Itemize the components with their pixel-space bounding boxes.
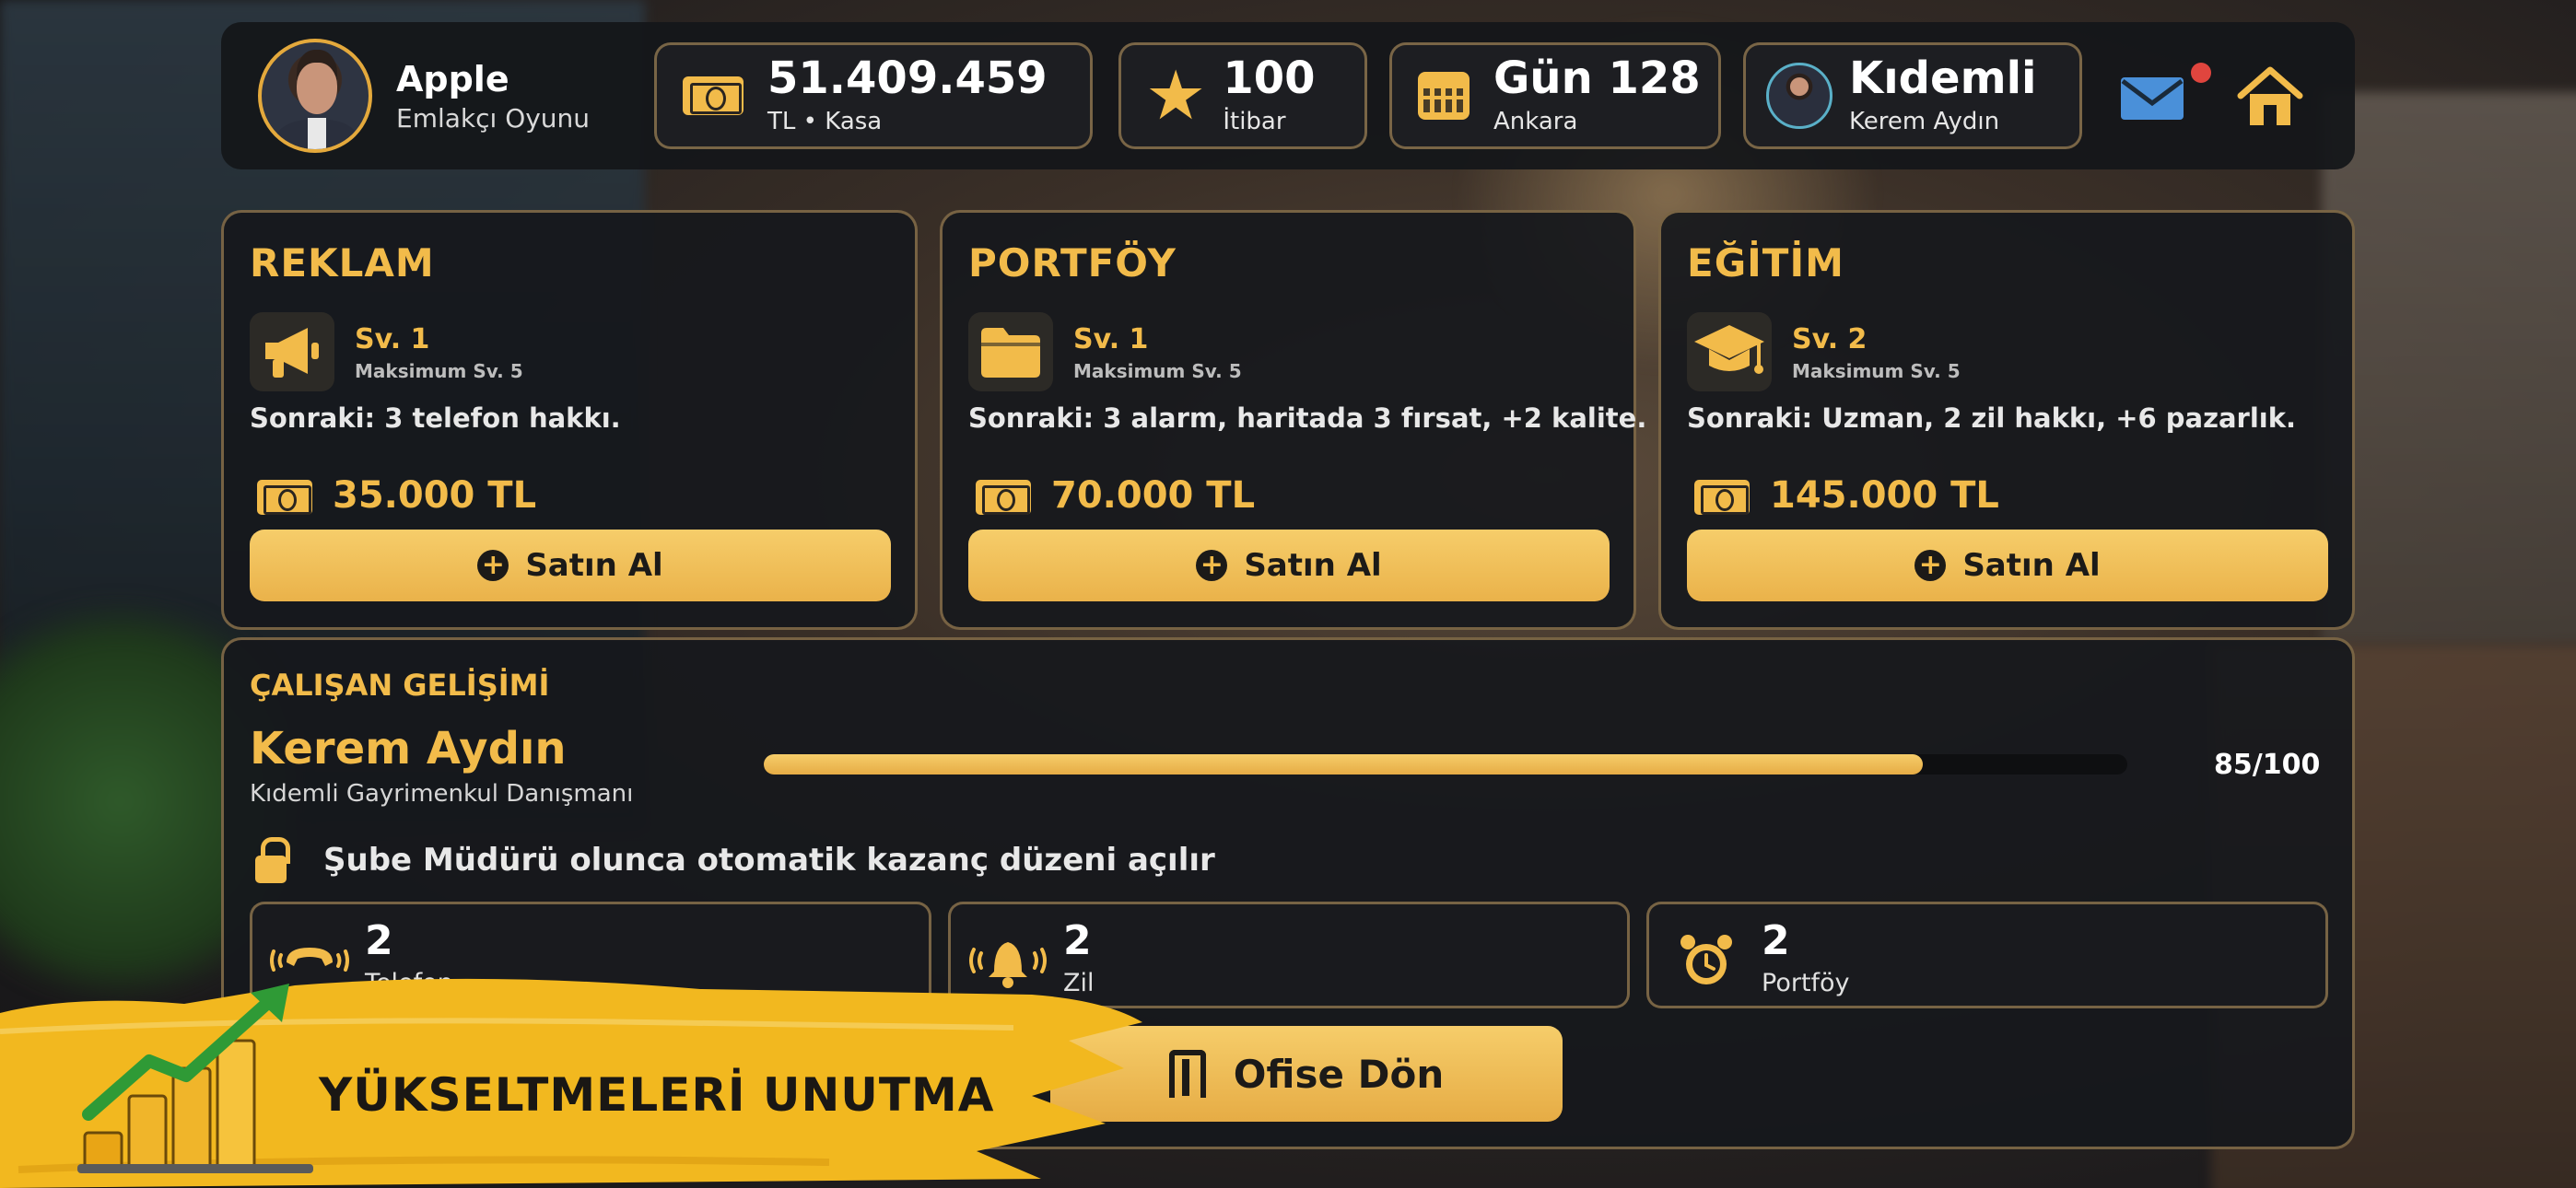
player-name: Apple	[396, 58, 509, 99]
buy-button-education[interactable]: + Satın Al	[1687, 530, 2328, 601]
money-icon	[683, 76, 744, 115]
money-label: TL • Kasa	[767, 108, 883, 135]
money-stat: 51.409.459 TL • Kasa	[654, 42, 1093, 149]
top-hud: Apple Emlakçı Oyunu 51.409.459 TL • Kasa…	[221, 22, 2355, 169]
buy-button-label: Satın Al	[525, 547, 663, 584]
graduation-cap-icon	[1687, 312, 1772, 391]
card-max-level: Maksimum Sv. 5	[1792, 360, 1961, 382]
reputation-label: İtibar	[1223, 108, 1286, 135]
player-profile[interactable]: Apple Emlakçı Oyunu	[258, 39, 590, 153]
employee-stat[interactable]: Kıdemli Kerem Aydın	[1743, 42, 2082, 149]
employee-avatar	[1766, 63, 1832, 129]
promo-banner-text: YÜKSELTMELERİ UNUTMA	[319, 1068, 995, 1122]
money-icon	[976, 480, 1031, 515]
lock-icon	[255, 837, 290, 883]
plus-icon: +	[1196, 550, 1228, 581]
money-icon	[257, 480, 312, 515]
door-icon	[1168, 1050, 1206, 1098]
reputation-stat: ★ 100 İtibar	[1118, 42, 1367, 149]
card-level: Sv. 1	[1073, 323, 1149, 355]
experience-value: 85/100	[2214, 749, 2321, 781]
growth-chart-icon	[77, 984, 313, 1173]
buy-button-portfolio[interactable]: + Satın Al	[968, 530, 1610, 601]
buy-button-label: Satın Al	[1244, 547, 1382, 584]
employee-name: Kerem Aydın	[1849, 108, 2000, 135]
player-avatar	[258, 39, 372, 153]
money-value: 51.409.459	[767, 52, 1048, 104]
card-next-benefit: Sonraki: 3 alarm, haritada 3 fırsat, +2 …	[968, 402, 1647, 434]
locked-feature-text: Şube Müdürü olunca otomatik kazanç düzen…	[323, 842, 1215, 879]
plus-icon: +	[1914, 550, 1947, 581]
background-wall	[2322, 92, 2576, 645]
card-title: EĞİTİM	[1687, 240, 1844, 285]
star-icon: ★	[1145, 56, 1207, 135]
mail-icon[interactable]	[2119, 76, 2185, 122]
day-value: Gün 128	[1493, 52, 1701, 104]
city-label: Ankara	[1493, 108, 1578, 135]
employee-rank: Kıdemli	[1849, 52, 2037, 104]
card-next-benefit: Sonraki: Uzman, 2 zil hakkı, +6 pazarlık…	[1687, 402, 2297, 434]
day-stat: Gün 128 Ankara	[1389, 42, 1721, 149]
card-next-benefit: Sonraki: 3 telefon hakkı.	[250, 402, 621, 434]
employee-role: Kıdemli Gayrimenkul Danışmanı	[250, 780, 634, 808]
card-title: PORTFÖY	[968, 240, 1177, 285]
experience-bar-fill	[764, 754, 1923, 775]
plus-icon: +	[477, 550, 509, 581]
reputation-value: 100	[1223, 52, 1316, 104]
section-heading: ÇALIŞAN GELİŞİMİ	[250, 668, 550, 703]
megaphone-icon	[250, 312, 334, 391]
card-price: 145.000 TL	[1770, 474, 1999, 517]
buy-button-label: Satın Al	[1962, 547, 2101, 584]
card-price: 35.000 TL	[333, 474, 537, 517]
employee-name: Kerem Aydın	[250, 723, 567, 775]
upgrade-card-education: EĞİTİM Sv. 2 Maksimum Sv. 5 Sonraki: Uzm…	[1658, 210, 2355, 630]
perk-label: Portföy	[1762, 969, 1850, 997]
upgrade-card-portfolio: PORTFÖY Sv. 1 Maksimum Sv. 5 Sonraki: 3 …	[940, 210, 1646, 630]
perk-value: 2	[1762, 917, 1790, 964]
buy-button-advertising[interactable]: + Satın Al	[250, 530, 891, 601]
player-subtitle: Emlakçı Oyunu	[396, 102, 591, 134]
card-level: Sv. 1	[355, 323, 430, 355]
back-to-office-label: Ofise Dön	[1233, 1051, 1445, 1097]
card-level: Sv. 2	[1792, 323, 1868, 355]
home-icon[interactable]	[2237, 64, 2303, 129]
locked-feature-note: Şube Müdürü olunca otomatik kazanç düzen…	[255, 837, 1215, 883]
experience-bar	[764, 754, 2127, 775]
upgrade-card-advertising: REKLAM Sv. 1 Maksimum Sv. 5 Sonraki: 3 t…	[221, 210, 918, 630]
calendar-icon	[1418, 72, 1469, 120]
card-title: REKLAM	[250, 240, 435, 285]
card-max-level: Maksimum Sv. 5	[355, 360, 523, 382]
alarm-clock-icon	[1662, 930, 1751, 991]
money-icon	[1694, 480, 1750, 515]
perk-portfolio: 2 Portföy	[1646, 902, 2328, 1008]
card-max-level: Maksimum Sv. 5	[1073, 360, 1242, 382]
card-price: 70.000 TL	[1051, 474, 1256, 517]
folder-icon	[968, 312, 1053, 391]
notification-dot	[2191, 63, 2211, 83]
